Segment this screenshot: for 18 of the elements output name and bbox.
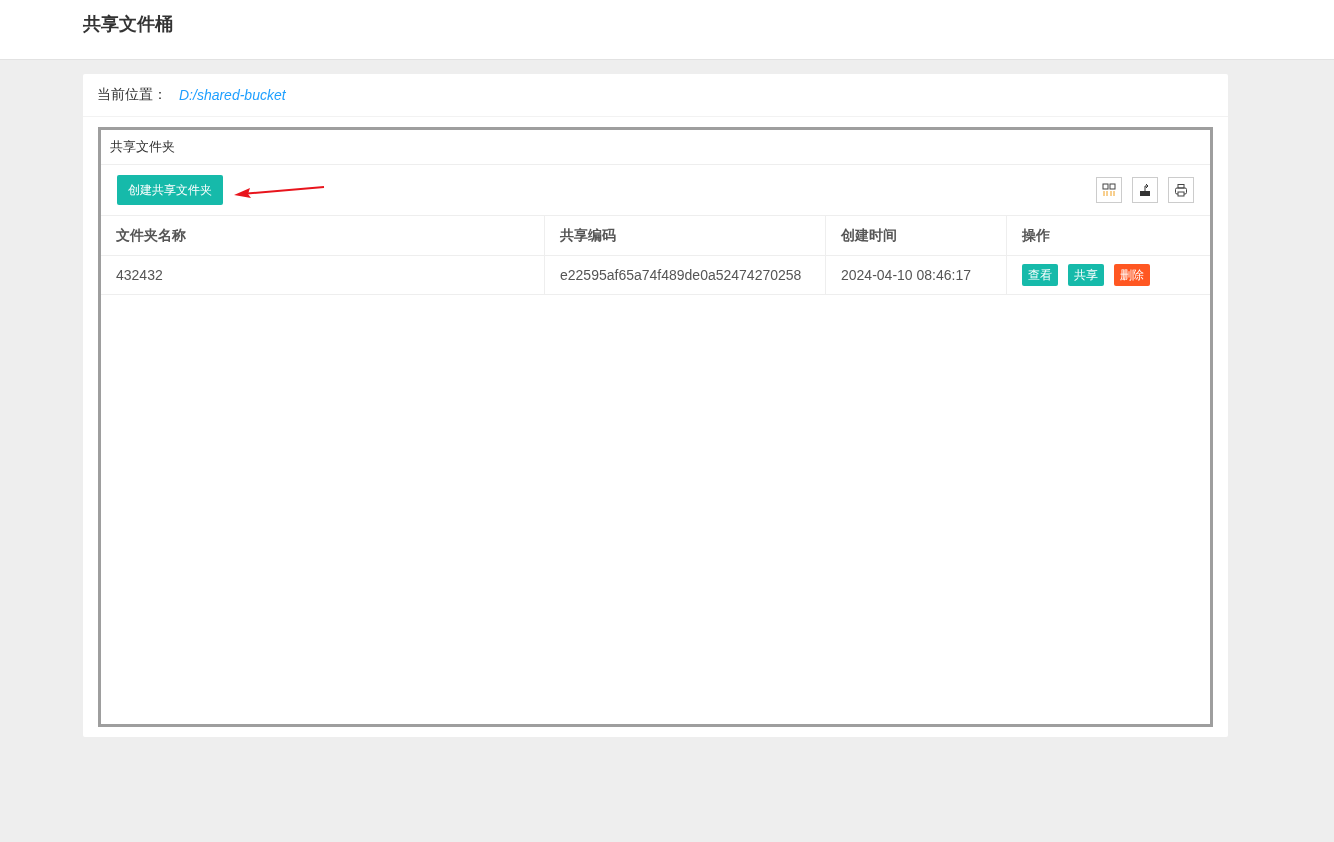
action-button[interactable]: 删除	[1114, 264, 1150, 286]
table-cell: e22595af65a74f489de0a52474270258	[544, 255, 826, 295]
page-title: 共享文件桶	[83, 13, 173, 36]
column-header: 文件夹名称	[101, 216, 545, 256]
create-folder-button[interactable]: 创建共享文件夹	[117, 175, 223, 205]
location-label: 当前位置：	[97, 86, 167, 104]
action-button[interactable]: 共享	[1068, 264, 1104, 286]
panel-title: 共享文件夹	[110, 138, 175, 156]
table-cell: 2024-04-10 08:46:17	[825, 255, 1007, 295]
print-icon[interactable]	[1168, 177, 1194, 203]
columns-icon[interactable]	[1096, 177, 1122, 203]
export-icon[interactable]	[1132, 177, 1158, 203]
column-header: 创建时间	[825, 216, 1007, 256]
column-header: 操作	[1006, 216, 1210, 256]
location-path: D:/shared-bucket	[179, 87, 286, 103]
column-header: 共享编码	[544, 216, 826, 256]
action-button[interactable]: 查看	[1022, 264, 1058, 286]
table-cell: 432432	[101, 255, 545, 295]
